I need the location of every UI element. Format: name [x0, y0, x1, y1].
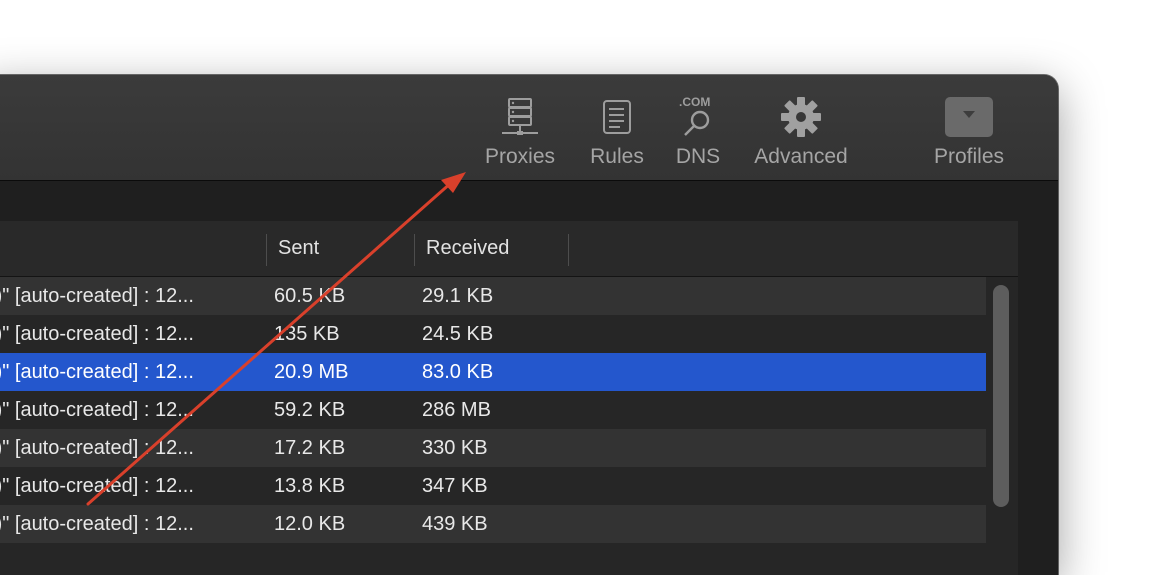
row-name: in)" [auto-created] : 12... [0, 285, 194, 307]
row-sent: 20.9 MB [274, 361, 349, 383]
row-sent: 135 KB [274, 323, 340, 345]
toolbar-profiles-label: Profiles [933, 145, 1005, 168]
toolbar-advanced-label: Advanced [754, 145, 848, 168]
toolbar-rules-button[interactable]: Rules [582, 95, 652, 175]
server-rack-icon [495, 95, 545, 139]
row-received: 24.5 KB [422, 323, 494, 345]
table-row[interactable]: in)" [auto-created] : 12... 59.2 KB 286 … [0, 391, 986, 429]
column-separator[interactable] [414, 234, 415, 266]
row-name: in)" [auto-created] : 12... [0, 513, 194, 535]
table-row[interactable]: in)" [auto-created] : 12... 13.8 KB 347 … [0, 467, 986, 505]
row-sent: 12.0 KB [274, 513, 346, 535]
toolbar-proxies-label: Proxies [484, 145, 556, 168]
toolbar-advanced-button[interactable]: Advanced [746, 95, 856, 175]
table-row[interactable]: in)" [auto-created] : 12... 60.5 KB 29.1… [0, 277, 986, 315]
table-row[interactable]: in)" [auto-created] : 12... 135 KB 24.5 … [0, 315, 986, 353]
table-body: in)" [auto-created] : 12... 60.5 KB 29.1… [0, 277, 986, 543]
row-name: in)" [auto-created] : 12... [0, 323, 194, 345]
column-header-received[interactable]: Received [426, 221, 509, 276]
row-received: 286 MB [422, 399, 491, 421]
gear-icon [776, 95, 826, 139]
row-sent: 59.2 KB [274, 399, 346, 421]
vertical-scrollbar[interactable] [986, 277, 1018, 575]
row-name: in)" [auto-created] : 12... [0, 437, 194, 459]
table-header: Sent Received [0, 221, 1018, 277]
row-received: 439 KB [422, 513, 488, 535]
dropdown-box-icon [944, 95, 994, 139]
row-received: 83.0 KB [422, 361, 494, 383]
row-name: in)" [auto-created] : 12... [0, 475, 194, 497]
dns-icon-text: .COM [679, 95, 710, 109]
dns-search-icon: .COM [673, 95, 723, 139]
table-row-selected[interactable]: in)" [auto-created] : 12... 20.9 MB 83.0… [0, 353, 986, 391]
scrollbar-thumb[interactable] [993, 285, 1009, 507]
table-row[interactable]: in)" [auto-created] : 12... 17.2 KB 330 … [0, 429, 986, 467]
scroll-icon [592, 95, 642, 139]
row-received: 330 KB [422, 437, 488, 459]
row-sent: 13.8 KB [274, 475, 346, 497]
row-received: 29.1 KB [422, 285, 494, 307]
toolbar-dns-button[interactable]: .COM DNS [668, 95, 728, 175]
column-separator[interactable] [568, 234, 569, 266]
toolbar-proxies-button[interactable]: Proxies [480, 95, 560, 175]
toolbar: Proxies Rules .COM DNS Advanced Profiles [0, 75, 1058, 181]
table-row[interactable]: in)" [auto-created] : 12... 12.0 KB 439 … [0, 505, 986, 543]
app-window: Proxies Rules .COM DNS Advanced Profiles… [0, 75, 1058, 575]
toolbar-dns-label: DNS [675, 145, 721, 168]
row-sent: 17.2 KB [274, 437, 346, 459]
connections-panel: Sent Received in)" [auto-created] : 12..… [0, 181, 1058, 575]
row-name: in)" [auto-created] : 12... [0, 399, 194, 421]
row-name: in)" [auto-created] : 12... [0, 361, 194, 383]
column-header-sent[interactable]: Sent [278, 221, 319, 276]
row-sent: 60.5 KB [274, 285, 346, 307]
toolbar-rules-label: Rules [590, 145, 644, 168]
column-separator[interactable] [266, 234, 267, 266]
row-received: 347 KB [422, 475, 488, 497]
connections-table: Sent Received in)" [auto-created] : 12..… [0, 221, 1018, 575]
toolbar-profiles-button[interactable]: Profiles [924, 95, 1014, 175]
